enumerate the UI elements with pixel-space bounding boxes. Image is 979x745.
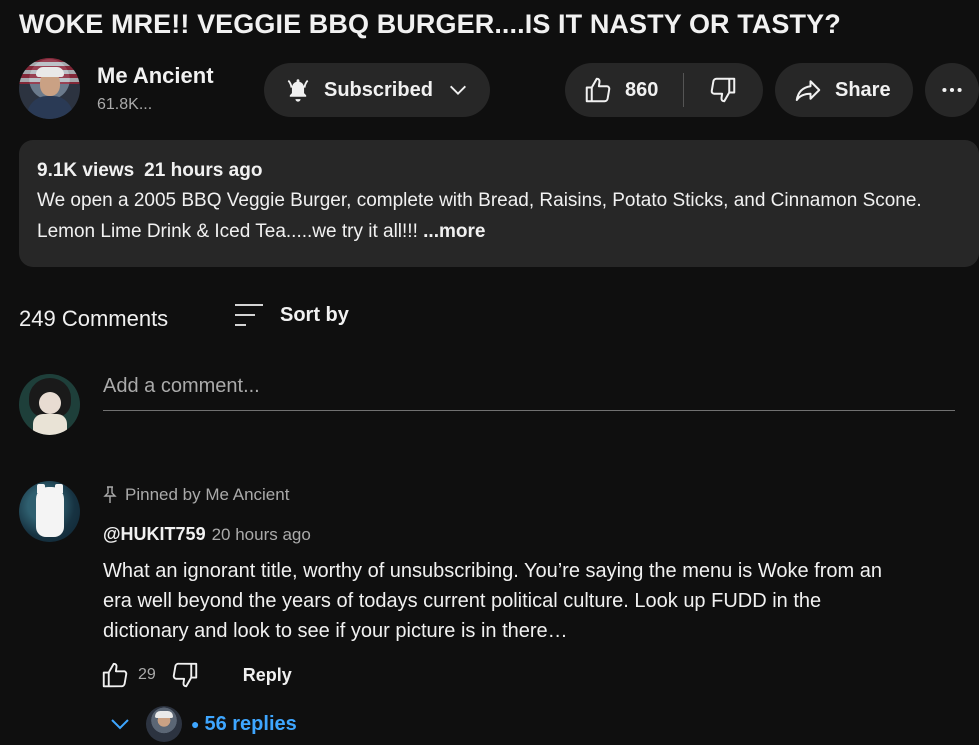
more-horizontal-icon — [939, 77, 965, 103]
description-box[interactable]: 9.1K views 21 hours ago We open a 2005 BB… — [19, 140, 979, 267]
add-comment-field[interactable] — [103, 375, 955, 411]
thumbs-up-icon — [102, 662, 128, 688]
channel-name[interactable]: Me Ancient — [97, 63, 214, 89]
current-user-avatar — [19, 374, 80, 435]
comment-like-button[interactable] — [100, 660, 130, 690]
share-button[interactable]: Share — [775, 63, 913, 117]
more-actions-button[interactable] — [925, 63, 979, 117]
share-arrow-icon — [793, 75, 823, 105]
thumbs-down-icon — [708, 75, 738, 105]
comment-author-avatar[interactable] — [19, 481, 80, 542]
channel-avatar[interactable] — [19, 58, 80, 119]
add-comment-input[interactable] — [103, 375, 955, 398]
like-count: 860 — [625, 78, 659, 101]
comment-dislike-button[interactable] — [170, 660, 200, 690]
description-text: We open a 2005 BBQ Veggie Burger, comple… — [37, 185, 947, 247]
subscribed-label: Subscribed — [324, 78, 433, 101]
chevron-down-icon — [108, 712, 132, 736]
description-more-link[interactable]: ...more — [423, 221, 485, 242]
sort-icon — [234, 302, 264, 328]
bell-icon — [284, 76, 312, 104]
thumbs-up-icon — [583, 75, 613, 105]
subscribed-button[interactable]: Subscribed — [264, 63, 490, 117]
pinned-label: Pinned by Me Ancient — [125, 485, 290, 504]
like-dislike-bar: 860 — [565, 63, 763, 117]
comment-text: What an ignorant title, worthy of unsubs… — [103, 560, 882, 642]
video-title: WOKE MRE!! VEGGIE BBQ BURGER....IS IT NA… — [19, 9, 841, 39]
separator-dot: ● — [191, 716, 200, 732]
share-label: Share — [835, 78, 891, 101]
like-button[interactable]: 860 — [565, 63, 683, 117]
replies-label: 56 replies — [204, 712, 297, 735]
comment-like-count: 29 — [138, 666, 156, 683]
reply-author-avatar — [146, 706, 182, 742]
dislike-button[interactable] — [684, 63, 762, 117]
subscriber-count: 61.8K... — [97, 96, 153, 113]
video-meta: 9.1K views 21 hours ago — [37, 160, 961, 182]
chevron-down-icon — [447, 79, 469, 101]
view-count: 9.1K views — [37, 160, 135, 181]
reply-button[interactable]: Reply — [243, 665, 292, 686]
thumbs-down-icon — [172, 662, 197, 688]
sort-by-button[interactable]: Sort by — [234, 302, 349, 328]
pinned-badge: Pinned by Me Ancient — [103, 485, 289, 505]
view-replies-button[interactable]: ● 56 replies — [108, 706, 297, 742]
comment-actions: 29 Reply — [100, 660, 292, 690]
upload-age: 21 hours ago — [144, 160, 263, 181]
comment-time[interactable]: 20 hours ago — [212, 525, 311, 544]
sort-by-label: Sort by — [280, 303, 349, 326]
comments-count: 249 Comments — [19, 306, 169, 331]
comment-author[interactable]: @HUKIT759 — [103, 524, 206, 544]
comment-header: @HUKIT759 20 hours ago — [103, 524, 311, 545]
pin-icon — [103, 486, 117, 504]
